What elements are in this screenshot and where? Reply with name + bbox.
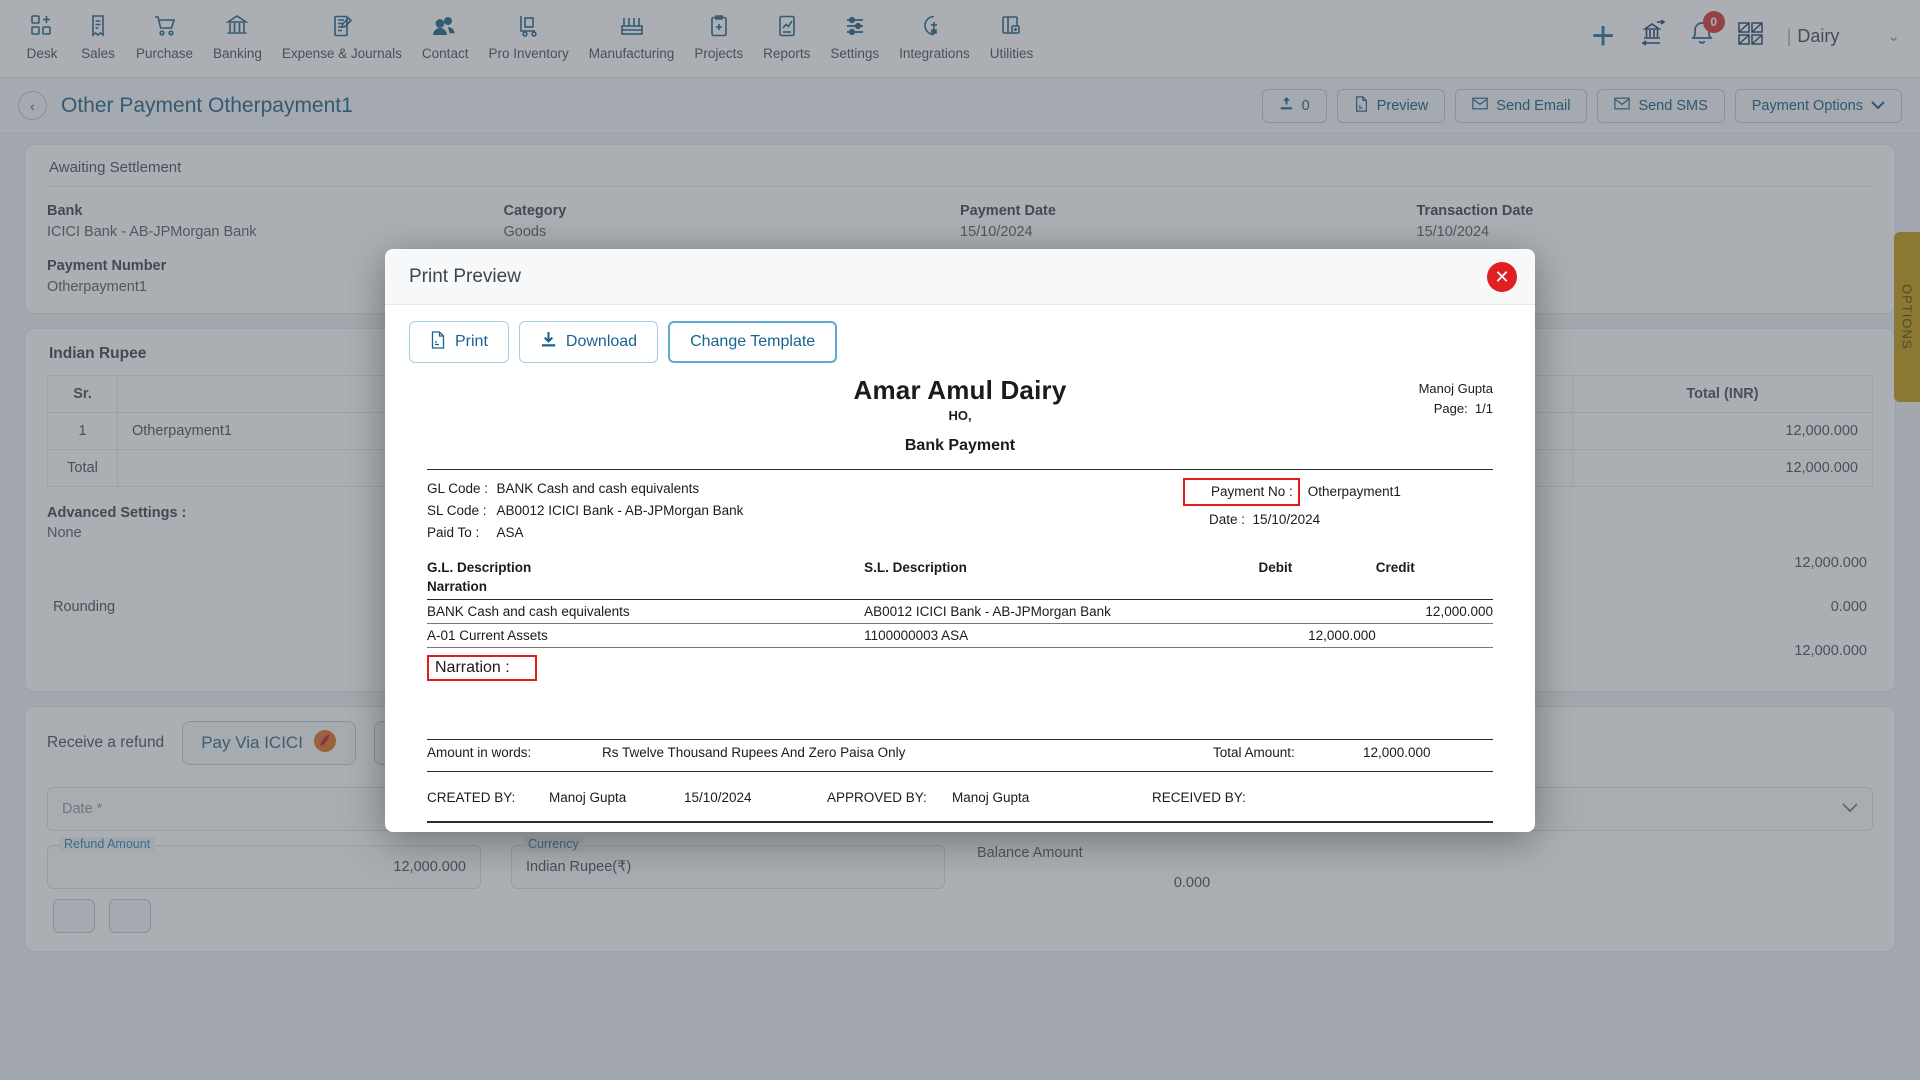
document-info-left: GL Code : BANK Cash and cash equivalents… (427, 478, 1183, 544)
page-label: Page: (1433, 400, 1468, 416)
download-label: Download (565, 333, 638, 350)
print-preview-modal: Print Preview ✕ Print Download Change Te… (385, 249, 1535, 832)
close-icon[interactable]: ✕ (1487, 262, 1517, 292)
print-button[interactable]: Print (409, 321, 509, 363)
approved-by-label: APPROVED BY: (827, 790, 927, 806)
document-header-center: Amar Amul Dairy HO, (577, 375, 1343, 423)
document-user-name: Manoj Gupta (1418, 381, 1493, 396)
narration-label-highlight: Narration : (427, 654, 537, 681)
document-header: Amar Amul Dairy HO, Manoj Gupta Page: 1/… (427, 375, 1494, 423)
payment-no-label-highlight: Payment No : (1183, 478, 1300, 507)
total-amount-value: 12,000.000 (1363, 745, 1431, 761)
divider (427, 821, 1493, 823)
modal-toolbar: Print Download Change Template (385, 305, 1535, 371)
received-by-label: RECEIVED BY: (1152, 790, 1246, 806)
modal-header: Print Preview ✕ (385, 249, 1535, 305)
cell-credit: 12,000.000 (1375, 599, 1493, 624)
document-preview: Amar Amul Dairy HO, Manoj Gupta Page: 1/… (385, 371, 1535, 829)
gl-code-value: BANK Cash and cash equivalents (496, 481, 700, 497)
amount-in-words-row: Amount in words: Rs Twelve Thousand Rupe… (427, 740, 1493, 765)
download-button[interactable]: Download (518, 321, 659, 363)
cell-gl: A-01 Current Assets (427, 623, 865, 648)
amount-in-words-value: Rs Twelve Thousand Rupees And Zero Paisa… (602, 745, 906, 761)
journal-header-row: G.L. Description S.L. Description Debit … (427, 558, 1493, 577)
approved-by-value: Manoj Gupta (952, 790, 1030, 806)
total-amount-label: Total Amount: (1213, 745, 1295, 761)
document-header-right: Manoj Gupta Page: 1/1 (1343, 375, 1493, 418)
download-icon (540, 331, 557, 353)
pdf-file-icon (430, 330, 446, 354)
journal-table: G.L. Description S.L. Description Debit … (427, 558, 1493, 648)
divider (427, 771, 1493, 773)
document-date-label: Date : (1209, 512, 1246, 528)
modal-title: Print Preview (409, 265, 521, 287)
created-by-label: CREATED BY: (427, 790, 516, 806)
change-template-label: Change Template (690, 333, 816, 350)
document-type: Bank Payment (904, 437, 1016, 454)
paid-to-label: Paid To : (427, 525, 480, 541)
company-branch: HO, (948, 408, 972, 423)
cell-debit (1258, 599, 1376, 624)
col-narration: Narration (427, 578, 488, 594)
journal-row: A-01 Current Assets 1100000003 ASA 12,00… (427, 623, 1493, 648)
page-value: 1/1 (1474, 400, 1493, 416)
journal-row: BANK Cash and cash equivalents AB0012 IC… (427, 599, 1493, 624)
change-template-button[interactable]: Change Template (668, 321, 838, 363)
company-name: Amar Amul Dairy (853, 375, 1067, 405)
journal-subheader-row: Narration (427, 577, 1493, 600)
col-debit: Debit (1258, 559, 1293, 575)
document-info-right: Payment No : Otherpayment1 Date : 15/10/… (1183, 478, 1493, 544)
col-credit: Credit (1375, 559, 1415, 575)
col-gl-description: G.L. Description (427, 559, 532, 575)
document-info: GL Code : BANK Cash and cash equivalents… (427, 478, 1493, 544)
payment-no-value: Otherpayment1 (1307, 484, 1401, 500)
gl-code-label: GL Code : (427, 481, 489, 497)
cell-sl: 1100000003 ASA (864, 623, 1259, 648)
cell-credit (1375, 623, 1493, 648)
col-sl-description: S.L. Description (864, 559, 967, 575)
sl-code-value: AB0012 ICICI Bank - AB-JPMorgan Bank (496, 503, 744, 519)
sl-code-label: SL Code : (427, 503, 487, 519)
divider (427, 469, 1493, 471)
created-by-value: Manoj Gupta (549, 790, 627, 806)
signature-row: CREATED BY: Manoj Gupta 15/10/2024 APPRO… (427, 778, 1493, 815)
amount-in-words-label: Amount in words: (427, 745, 532, 761)
cell-debit: 12,000.000 (1258, 623, 1376, 648)
document-date-value: 15/10/2024 (1252, 512, 1321, 528)
cell-sl: AB0012 ICICI Bank - AB-JPMorgan Bank (864, 599, 1259, 624)
print-label: Print (455, 333, 488, 350)
created-date: 15/10/2024 (684, 790, 752, 806)
cell-gl: BANK Cash and cash equivalents (427, 599, 865, 624)
paid-to-value: ASA (496, 525, 524, 541)
